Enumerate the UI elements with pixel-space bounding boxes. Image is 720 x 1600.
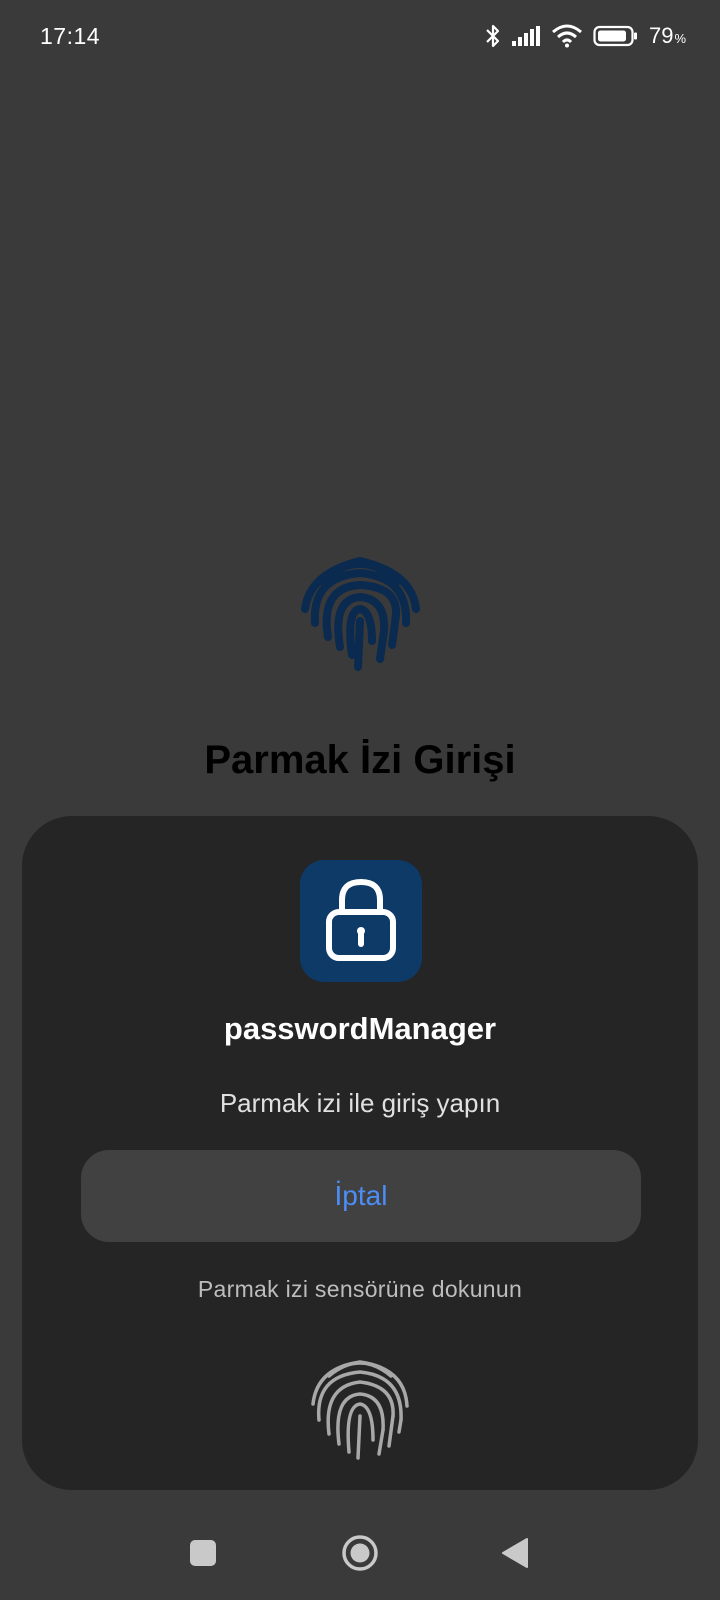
home-button[interactable] <box>335 1530 385 1580</box>
fingerprint-icon <box>300 551 420 673</box>
status-icons: 79% <box>485 23 686 49</box>
recents-icon <box>189 1539 217 1572</box>
page-title: Parmak İzi Girişi <box>204 738 516 782</box>
home-icon <box>341 1534 379 1577</box>
biometric-dialog: passwordManager Parmak izi ile giriş yap… <box>22 816 698 1490</box>
recents-button[interactable] <box>178 1530 228 1580</box>
signal-icon <box>511 25 541 47</box>
fingerprint-sensor-icon[interactable] <box>307 1354 413 1462</box>
battery-percent: 79% <box>649 23 686 49</box>
dialog-prompt: Parmak izi ile giriş yapın <box>219 1088 501 1118</box>
status-time: 17:14 <box>40 22 101 49</box>
battery-icon <box>593 25 639 47</box>
battery-percent-value: 79 <box>648 23 674 48</box>
sensor-hint: Parmak izi sensörüne dokunun <box>197 1276 523 1302</box>
bluetooth-icon <box>485 23 501 49</box>
navigation-bar <box>0 1510 720 1600</box>
wifi-icon <box>551 24 583 48</box>
app-icon <box>300 860 422 982</box>
status-bar: 17:14 79 % <box>0 0 720 72</box>
back-icon <box>500 1537 530 1574</box>
cancel-button[interactable]: İptal <box>81 1150 641 1242</box>
app-name: passwordManager <box>223 1011 497 1046</box>
battery-percent-unit: % <box>674 31 686 46</box>
lock-icon <box>324 876 398 967</box>
back-button[interactable] <box>490 1530 540 1580</box>
